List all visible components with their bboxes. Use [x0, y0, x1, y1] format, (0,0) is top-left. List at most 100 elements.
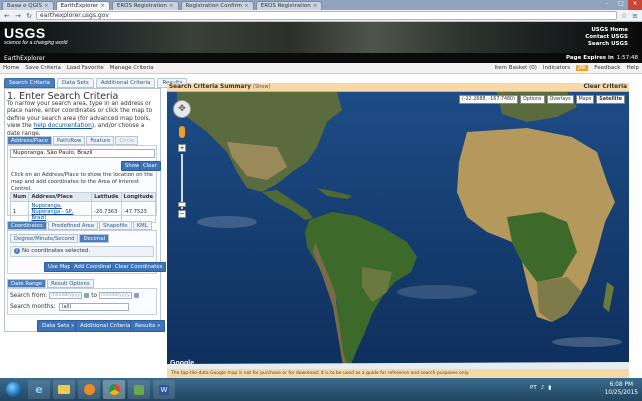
menu-indicators[interactable]: Indicators	[543, 65, 570, 71]
tab-decimal[interactable]: Decimal	[79, 234, 110, 243]
help-documentation-link[interactable]: help documentation	[34, 123, 92, 129]
tab-address-place[interactable]: Address/Place	[7, 136, 52, 145]
clear-criteria-link[interactable]: Clear Criteria	[583, 83, 627, 91]
menu-help[interactable]: Help	[626, 65, 639, 71]
street-view-pegman-icon[interactable]	[179, 126, 185, 138]
tab-data-sets[interactable]: Data Sets	[56, 78, 94, 88]
qgis-icon[interactable]	[128, 380, 150, 399]
map-type-maps-button[interactable]: Maps	[575, 95, 595, 104]
menu-load-favorite[interactable]: Load Favorite	[67, 65, 104, 71]
map-options-button[interactable]: Options	[519, 95, 545, 104]
tab-search-criteria[interactable]: Search Criteria	[4, 78, 55, 88]
forward-icon[interactable]: →	[14, 12, 22, 20]
summary-show-link[interactable]: (Show)	[253, 84, 270, 90]
volume-icon[interactable]: ♪	[541, 385, 545, 391]
page-expires-timer: 1:57:48	[616, 55, 638, 61]
browser-tab-eros-registration[interactable]: EROS Registration ×	[111, 1, 179, 10]
calendar-icon[interactable]	[134, 293, 140, 298]
map-disclaimer: The tap-tile-data Google map is not for …	[167, 369, 629, 378]
tab-kml[interactable]: KML	[132, 221, 152, 230]
summary-title: Search Criteria Summary	[169, 84, 251, 90]
usgs-logo[interactable]: USGS science for a changing world	[4, 25, 67, 46]
reload-icon[interactable]: ↻	[25, 12, 33, 20]
date-from-input[interactable]: mm/dd/yyyy	[49, 292, 83, 299]
close-icon[interactable]: ×	[100, 3, 105, 9]
tab-path-row[interactable]: Path/Row	[52, 136, 86, 145]
usgs-home-link[interactable]: USGS Home	[585, 27, 628, 34]
start-button-icon[interactable]	[6, 382, 21, 397]
tab-result-options[interactable]: Result Options	[47, 279, 94, 288]
browser-tab-qgis[interactable]: Базы о QGIS ×	[2, 1, 54, 10]
coordinate-readout: (-22.2688, -167.7480)	[459, 95, 518, 104]
star-icon[interactable]: ☆	[620, 12, 628, 20]
zoom-slider-handle[interactable]	[178, 202, 186, 207]
network-icon[interactable]: ▮	[548, 385, 551, 391]
tab-predefined-area[interactable]: Predefined Area	[47, 221, 99, 230]
taskbar-clock[interactable]: 6:08 PM 10/25/2015	[605, 381, 638, 397]
usgs-banner	[0, 22, 642, 53]
cell-address-link[interactable]: Nuporanga, Nuporanga - SP, Brazil	[28, 201, 93, 223]
contact-usgs-link[interactable]: Contact USGS	[585, 34, 628, 41]
tab-coordinates[interactable]: Coordinates	[7, 221, 47, 230]
results-button[interactable]: Results »	[130, 320, 166, 332]
menu-manage-criteria[interactable]: Manage Criteria	[110, 65, 154, 71]
tab-additional-criteria[interactable]: Additional Criteria	[95, 78, 156, 88]
file-explorer-icon[interactable]	[53, 380, 75, 399]
menu-right: Item Basket (0) Indicators JBK Feedback …	[495, 65, 639, 71]
search-months-select[interactable]: (all)	[58, 303, 129, 311]
clear-address-button[interactable]: Clear	[139, 161, 161, 171]
data-sets-button[interactable]: Data Sets »	[37, 320, 80, 332]
menu-home[interactable]: Home	[3, 65, 19, 71]
zoom-out-icon[interactable]: −	[178, 210, 186, 218]
menu-save-criteria[interactable]: Save Criteria	[25, 65, 61, 71]
browser-tab-registration-confirm[interactable]: Registration Confirm ×	[180, 1, 254, 10]
map-type-controls: (-22.2688, -167.7480) Options Overlays M…	[459, 95, 625, 104]
clear-coordinates-button[interactable]: Clear Coordinates	[111, 262, 167, 272]
map-type-satellite-button[interactable]: Satellite	[596, 95, 625, 104]
menu-feedback[interactable]: Feedback	[594, 65, 620, 71]
map-overlays-button[interactable]: Overlays	[546, 95, 574, 104]
close-icon[interactable]: ×	[244, 3, 249, 9]
close-icon[interactable]: ×	[313, 3, 318, 9]
satellite-map[interactable]: ✥ + − (-22.2688, -167.7480) Options Over…	[167, 92, 629, 369]
browser-tab-earthexplorer[interactable]: EarthExplorer ×	[55, 1, 110, 10]
tab-degree-minute-second[interactable]: Degree/Minute/Second	[10, 234, 79, 243]
logo-text: USGS	[4, 25, 46, 41]
tab-date-range[interactable]: Date Range	[7, 279, 47, 288]
tab-shapefile[interactable]: Shapefile	[99, 221, 132, 230]
tab-feature[interactable]: Feature	[86, 136, 115, 145]
minimize-icon[interactable]: –	[600, 0, 614, 10]
column-header: Longitude	[120, 192, 157, 202]
back-icon[interactable]: ←	[3, 12, 11, 20]
word-icon[interactable]: W	[153, 380, 175, 399]
media-player-icon[interactable]	[78, 380, 100, 399]
close-window-icon[interactable]: ×	[628, 0, 642, 10]
close-icon[interactable]: ×	[169, 3, 174, 9]
zoom-in-icon[interactable]: +	[178, 144, 186, 152]
search-from-row: Search from: mm/dd/yyyy to mm/dd/yyyy	[10, 292, 140, 299]
url-input[interactable]: earthexplorer.usgs.gov	[36, 11, 617, 20]
user-badge[interactable]: JBK	[576, 65, 589, 71]
calendar-icon[interactable]	[84, 293, 90, 298]
close-icon[interactable]: ×	[44, 3, 49, 9]
info-icon: i	[14, 248, 20, 254]
tab-label: EROS Registration	[260, 3, 311, 9]
menu-icon[interactable]: ≡	[631, 12, 639, 20]
internet-explorer-icon[interactable]: e	[28, 380, 50, 399]
tab-label: Базы о QGIS	[7, 3, 42, 9]
browser-tab-eros-registration-2[interactable]: EROS Registration ×	[255, 1, 323, 10]
no-coordinates-notice: i No coordinates selected.	[10, 246, 154, 257]
maximize-icon[interactable]: □	[614, 0, 628, 10]
column-header: Latitude	[91, 192, 122, 202]
zoom-slider-track[interactable]	[181, 154, 183, 209]
language-indicator[interactable]: PT	[530, 385, 537, 391]
table-row[interactable]: 1 Nuporanga, Nuporanga - SP, Brazil -20.…	[9, 201, 157, 223]
address-input[interactable]: Nuporanga, São Paulo, Brazil	[10, 149, 155, 158]
menu-item-basket[interactable]: Item Basket (0)	[495, 65, 537, 71]
search-usgs-link[interactable]: Search USGS	[585, 41, 628, 48]
left-panel-tabs: Search Criteria Data Sets Additional Cri…	[4, 78, 188, 88]
page-expires-label: Page Expires in	[566, 55, 614, 61]
chrome-icon[interactable]	[103, 380, 125, 399]
date-to-input[interactable]: mm/dd/yyyy	[99, 292, 133, 299]
pan-control-icon[interactable]: ✥	[173, 100, 191, 118]
